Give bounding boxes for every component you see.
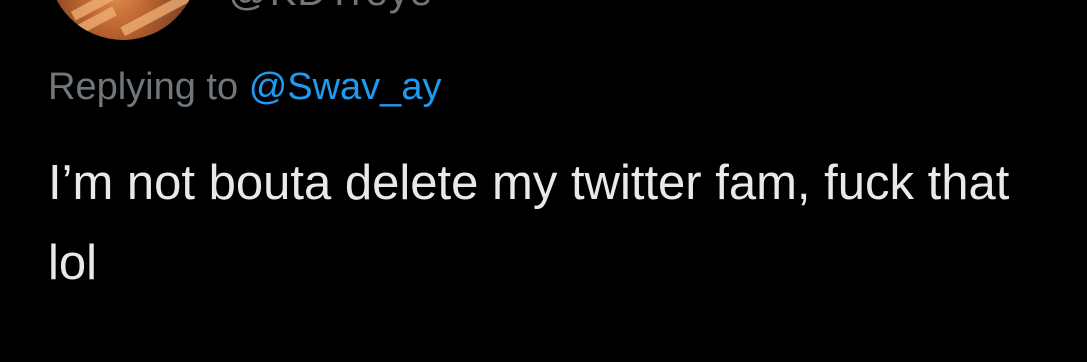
reply-mention-link[interactable]: @Swav_ay <box>249 66 442 108</box>
tweet-text: I’m not bouta delete my twitter fam, fuc… <box>48 156 1010 290</box>
replying-to-label: Replying to <box>48 66 239 108</box>
replying-to: Replying to @Swav_ay <box>48 63 441 111</box>
user-handle[interactable]: @KDTreye <box>228 0 433 14</box>
avatar[interactable] <box>48 0 198 40</box>
